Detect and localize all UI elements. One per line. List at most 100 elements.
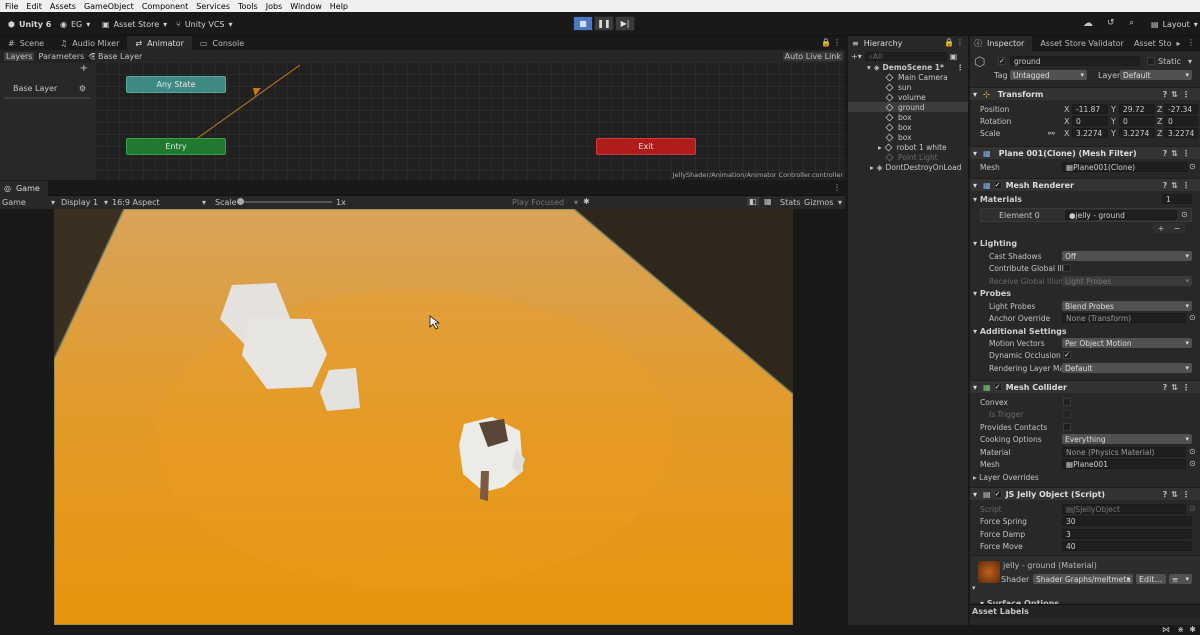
anchor-override-field[interactable]: None (Transform)	[1062, 313, 1186, 323]
progress-icon[interactable]: ⋇	[1177, 625, 1184, 634]
mesh-filter-header[interactable]: ▾ ▦ Plane 001(Clone) (Mesh Filter) ?⇅⋮	[970, 146, 1200, 159]
scale-x-field[interactable]: 3.2274	[1072, 128, 1108, 138]
gizmos-dropdown[interactable]: Gizmos ▾	[804, 197, 844, 208]
light-probes-dropdown[interactable]: Blend Probes	[1062, 301, 1192, 311]
debug-mode-icon[interactable]: ✱	[1189, 625, 1196, 634]
menu-services[interactable]: Services	[196, 2, 230, 11]
shader-options-dropdown[interactable]: ≡	[1169, 574, 1192, 584]
network-icon[interactable]: ⋈	[1162, 625, 1170, 634]
node-any-state[interactable]: Any State	[126, 76, 226, 93]
rendering-layer-dropdown[interactable]: Default	[1062, 363, 1192, 373]
materials-section[interactable]: ▾ Materials	[973, 195, 1022, 204]
force-spring-field[interactable]: 30	[1062, 516, 1192, 526]
tab-scene[interactable]: # Scene	[0, 36, 52, 51]
scale-y-field[interactable]: 3.2274	[1119, 128, 1155, 138]
tab-asset-store[interactable]: Asset Sto ▸	[1132, 36, 1183, 51]
probes-section[interactable]: ▾ Probes	[973, 289, 1011, 298]
object-picker-icon[interactable]: ⊙	[1189, 447, 1196, 456]
more-options-icon[interactable]: ⋮	[956, 38, 964, 47]
transform-header[interactable]: ▾ ⊹ Transform ?⇅⋮	[970, 87, 1200, 100]
list-item[interactable]: Main Camera	[848, 72, 968, 82]
menu-edit[interactable]: Edit	[26, 2, 42, 11]
mesh-field[interactable]: ▦ Plane001(Clone)	[1062, 162, 1188, 172]
tab-audio-mixer[interactable]: ♫ Audio Mixer	[52, 36, 127, 51]
vcs-dropdown[interactable]: ⑂ Unity VCS ▾	[171, 16, 238, 32]
active-checkbox[interactable]: ✓	[998, 57, 1006, 65]
more-options-icon[interactable]: ⋮	[957, 63, 965, 72]
asset-labels-bar[interactable]: Asset Labels	[970, 604, 1200, 618]
account-dropdown[interactable]: ◉ EG ▾	[55, 16, 95, 32]
object-picker-icon[interactable]: ⊙	[1189, 459, 1196, 468]
layout-dropdown[interactable]: ▤ Layout ▾	[1146, 16, 1200, 32]
step-button[interactable]: ▶|	[615, 16, 635, 31]
force-damp-field[interactable]: 3	[1062, 529, 1192, 539]
component-menu-icons[interactable]: ?⇅⋮	[1163, 149, 1194, 158]
object-picker-icon[interactable]: ⊙	[1189, 313, 1196, 322]
list-item[interactable]: ▸ robot 1 white	[848, 142, 968, 152]
scale-slider-thumb[interactable]	[237, 198, 244, 205]
menu-jobs[interactable]: Jobs	[266, 2, 283, 11]
convex-checkbox[interactable]	[1063, 398, 1071, 406]
scale-z-field[interactable]: 3.2274	[1164, 128, 1198, 138]
list-item[interactable]: sun	[848, 82, 968, 92]
stats-button[interactable]: Stats	[780, 198, 800, 207]
list-item[interactable]: box	[848, 132, 968, 142]
mesh-renderer-header[interactable]: ▾ ▦ ✓ Mesh Renderer ?⇅⋮	[970, 178, 1200, 191]
bug-icon[interactable]: ✱	[583, 197, 590, 206]
rotation-x-field[interactable]: 0	[1072, 116, 1108, 126]
lock-icon[interactable]: 🔒	[821, 38, 831, 47]
node-entry[interactable]: Entry	[126, 138, 226, 155]
mesh-collider-header[interactable]: ▾ ▦ ✓ Mesh Collider ?⇅⋮	[970, 380, 1200, 393]
scale-slider[interactable]	[237, 198, 332, 205]
list-item-selected[interactable]: ground	[848, 102, 968, 112]
menu-tools[interactable]: Tools	[238, 2, 258, 11]
collider-material-field[interactable]: None (Physics Material)	[1062, 447, 1186, 457]
contribute-gi-checkbox[interactable]	[1063, 264, 1071, 272]
list-item[interactable]: box	[848, 112, 968, 122]
dynamic-occlusion-checkbox[interactable]: ✓	[1063, 351, 1071, 359]
add-icon[interactable]: +	[80, 63, 88, 74]
cast-shadows-dropdown[interactable]: Off	[1062, 251, 1192, 261]
list-item[interactable]: box	[848, 122, 968, 132]
more-options-icon[interactable]: ⋮	[833, 38, 841, 47]
object-picker-icon[interactable]: ⊙	[1189, 162, 1196, 171]
pause-button[interactable]: ❚❚	[594, 16, 614, 31]
asset-store-dropdown[interactable]: ▣ Asset Store ▾	[97, 16, 172, 32]
rotation-y-field[interactable]: 0	[1119, 116, 1155, 126]
game-viewport[interactable]	[54, 209, 793, 625]
history-icon[interactable]: ↺	[1107, 18, 1115, 28]
lock-icon[interactable]: 🔒	[944, 38, 954, 47]
motion-vectors-dropdown[interactable]: Per Object Motion	[1062, 338, 1192, 348]
menu-assets[interactable]: Assets	[50, 2, 76, 11]
cooking-options-dropdown[interactable]: Everything	[1062, 434, 1192, 444]
list-item[interactable]: volume	[848, 92, 968, 102]
enabled-checkbox[interactable]: ✓	[993, 490, 1002, 498]
additional-settings-section[interactable]: ▾ Additional Settings	[973, 327, 1067, 336]
hierarchy-search-input[interactable]: ⌕ All	[864, 52, 947, 61]
cloud-icon[interactable]: ☁	[1083, 18, 1093, 29]
layer-dropdown[interactable]: Default	[1120, 70, 1192, 80]
menu-window[interactable]: Window	[290, 2, 322, 11]
force-move-field[interactable]: 40	[1062, 541, 1192, 551]
play-button[interactable]: ■	[573, 16, 593, 31]
tag-dropdown[interactable]: Untagged	[1010, 70, 1087, 80]
remove-icon[interactable]: −	[1174, 224, 1181, 233]
gear-icon[interactable]: ⚙	[79, 84, 86, 93]
layers-tab[interactable]: Layers	[4, 52, 35, 61]
component-menu-icons[interactable]: ?⇅⋮	[1163, 90, 1194, 99]
menu-file[interactable]: File	[5, 2, 18, 11]
static-checkbox[interactable]	[1147, 57, 1155, 65]
expand-icon[interactable]: ▾	[972, 584, 976, 592]
add-icon[interactable]: +▾	[851, 52, 862, 61]
chevron-down-icon[interactable]: ▾	[1188, 57, 1192, 66]
enabled-checkbox[interactable]: ✓	[993, 383, 1002, 391]
parameters-tab[interactable]: Parameters	[38, 52, 84, 61]
grid-icon[interactable]: ▦	[764, 197, 772, 206]
tab-console[interactable]: ▭ Console	[192, 36, 252, 51]
game-mode-dropdown[interactable]: Game ▾	[2, 197, 57, 208]
menu-help[interactable]: Help	[330, 2, 348, 11]
menu-component[interactable]: Component	[142, 2, 188, 11]
layer-overrides-section[interactable]: ▸ Layer Overrides	[973, 473, 1039, 482]
shader-dropdown[interactable]: Shader Graphs/meltmeta	[1033, 574, 1133, 584]
component-menu-icons[interactable]: ?⇅⋮	[1163, 490, 1194, 499]
